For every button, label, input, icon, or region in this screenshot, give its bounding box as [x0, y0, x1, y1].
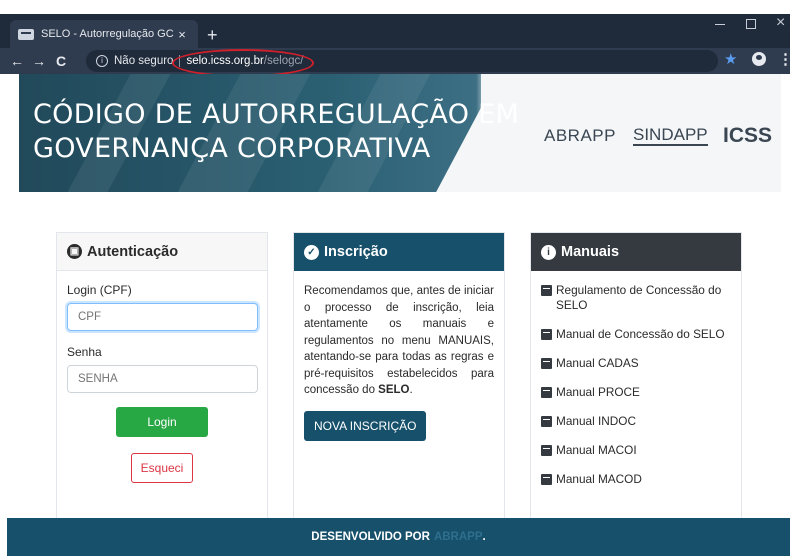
auth-card-header: ▣ Autenticação	[57, 233, 267, 271]
manual-link[interactable]: Manual CADAS	[541, 356, 731, 371]
account-icon[interactable]	[752, 52, 766, 66]
sindapp-logo: SINDAPP	[633, 125, 708, 146]
window-close-icon[interactable]: ×	[776, 14, 785, 32]
login-label: Login (CPF)	[67, 283, 132, 297]
manual-link[interactable]: Regulamento de Concessão do SELO	[541, 283, 731, 313]
abrapp-logo: ABRAPP	[544, 126, 616, 145]
favicon-icon	[18, 28, 34, 40]
book-icon	[541, 474, 552, 485]
tab-bar: SELO - Autorregulação GC × + ×	[0, 14, 790, 48]
forgot-password-button[interactable]: Esqueci	[131, 453, 193, 483]
page-title: CÓDIGO DE AUTORREGULAÇÃO EM GOVERNANÇA C…	[33, 99, 520, 164]
forward-arrow-icon[interactable]: →	[28, 53, 50, 69]
reload-icon[interactable]: C	[50, 53, 72, 69]
url-highlight-annotation	[172, 49, 314, 77]
lock-icon: ▣	[67, 244, 82, 259]
security-label[interactable]: Não seguro	[114, 55, 173, 67]
login-button[interactable]: Login	[116, 407, 208, 437]
auth-card: ▣ Autenticação Login (CPF) Senha Login E…	[56, 232, 268, 527]
password-label: Senha	[67, 345, 102, 359]
manual-link[interactable]: Manual de Concessão do SELO	[541, 327, 731, 342]
book-icon	[541, 416, 552, 427]
password-input[interactable]	[67, 365, 258, 393]
manuais-list: Regulamento de Concessão do SELO Manual …	[541, 283, 731, 487]
maximize-icon[interactable]	[746, 19, 756, 29]
manual-link[interactable]: Manual PROCE	[541, 385, 731, 400]
hero-banner: CÓDIGO DE AUTORREGULAÇÃO EM GOVERNANÇA C…	[19, 74, 781, 192]
manual-link[interactable]: Manual MACOD	[541, 472, 731, 487]
manual-link[interactable]: Manual MACOI	[541, 443, 731, 458]
book-icon	[541, 329, 552, 340]
cpf-input[interactable]	[67, 303, 258, 331]
book-icon	[541, 445, 552, 456]
inscricao-card: ✓ Inscrição Recomendamos que, antes de i…	[293, 232, 505, 527]
footer-text: DESENVOLVIDO POR	[311, 531, 430, 543]
footer: DESENVOLVIDO POR ABRAPP .	[7, 518, 790, 556]
check-circle-icon: ✓	[304, 244, 319, 260]
manuais-card-header: i Manuais	[531, 233, 741, 271]
bookmark-star-icon[interactable]: ★	[724, 50, 737, 68]
minimize-icon[interactable]	[715, 24, 725, 25]
book-icon	[541, 285, 552, 296]
book-icon	[541, 387, 552, 398]
tab-title: SELO - Autorregulação GC	[41, 28, 174, 40]
address-bar: ← → C i Não seguro selo.icss.org.br /sel…	[0, 48, 790, 74]
footer-brand-link[interactable]: ABRAPP	[434, 531, 483, 543]
browser-window: SELO - Autorregulação GC × + × ← → C i N…	[0, 0, 790, 556]
info-circle-icon: i	[541, 244, 556, 260]
inscricao-text: Recomendamos que, antes de iniciar o pro…	[304, 285, 494, 396]
new-tab-button[interactable]: +	[207, 26, 218, 44]
menu-icon[interactable]: ⋮	[778, 50, 790, 68]
inscricao-card-header: ✓ Inscrição	[294, 233, 504, 271]
manual-link[interactable]: Manual INDOC	[541, 414, 731, 429]
book-icon	[541, 358, 552, 369]
info-icon[interactable]: i	[96, 55, 108, 67]
auth-title: Autenticação	[87, 243, 179, 260]
back-arrow-icon[interactable]: ←	[6, 53, 28, 69]
manuais-card: i Manuais Regulamento de Concessão do SE…	[530, 232, 742, 527]
tab-close-icon[interactable]: ×	[174, 27, 190, 42]
manuais-title: Manuais	[561, 244, 620, 260]
inscricao-title: Inscrição	[324, 244, 388, 260]
icss-logo: ICSS	[723, 124, 773, 147]
nova-inscricao-button[interactable]: NOVA INSCRIÇÃO	[304, 410, 427, 441]
browser-tab[interactable]: SELO - Autorregulação GC ×	[10, 20, 198, 48]
